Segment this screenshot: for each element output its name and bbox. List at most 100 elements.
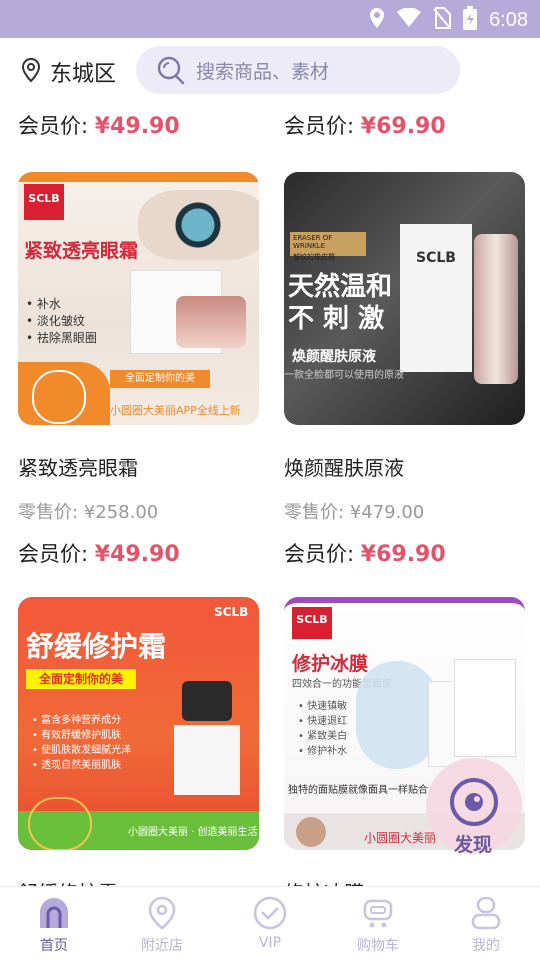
banner-bullet: • 有效舒缓修护肌肤 xyxy=(32,730,122,741)
circle-logo-icon xyxy=(28,797,92,850)
member-price: 会员价: ¥69.90 xyxy=(284,538,446,568)
member-price-label: 会员价: xyxy=(284,542,355,566)
banner-caption: 独特的面贴膜就像面具一样贴合 xyxy=(288,785,428,796)
banner-bullets: • 快速镇敏 • 快速退红 • 紧致美白 • 修护补水 xyxy=(298,699,347,759)
banner-footer: 小圆圈大美丽APP全线上新 xyxy=(110,404,241,417)
battery-icon xyxy=(463,6,478,34)
banner-tagline: 全面定制你的美 xyxy=(26,669,136,689)
tab-cart[interactable]: 购物车 xyxy=(324,887,432,961)
banner-tagline: 全面定制你的美 xyxy=(110,370,210,388)
product-jar xyxy=(176,296,246,348)
tab-label: 购物车 xyxy=(357,938,399,954)
tab-label: 我的 xyxy=(472,938,500,954)
member-price-label: 会员价: xyxy=(18,542,89,566)
tab-vip[interactable]: VIP xyxy=(216,887,324,961)
member-price-label: 会员价: xyxy=(18,114,89,138)
search-input[interactable]: 搜索商品、素材 xyxy=(136,46,460,94)
banner-headline: 舒缓修护霜 xyxy=(26,630,167,663)
brand-logo: SCLB xyxy=(416,250,456,266)
banner-bullet: • 淡化皱纹 xyxy=(26,314,85,328)
member-price-value: ¥49.90 xyxy=(94,114,180,139)
profile-icon xyxy=(471,896,501,930)
banner-footer: 小圆圈大美丽 · 创造美丽生活 xyxy=(128,827,258,838)
banner-bullet: • 快速镇敏 xyxy=(298,701,348,712)
brand-logo: SCLB xyxy=(292,607,332,639)
discover-label: 发现 xyxy=(454,834,493,856)
brand-logo: SCLB xyxy=(214,605,249,619)
product-name[interactable]: 舒缓修护霜 xyxy=(18,877,118,886)
retail-price: 零售价: ¥479.00 xyxy=(284,498,424,524)
banner-bullet: • 修护补水 xyxy=(298,746,348,757)
retail-price-label: 零售价: xyxy=(284,502,345,523)
retail-price-value: ¥479.00 xyxy=(349,502,425,523)
product-name[interactable]: 修护冰膜 xyxy=(284,877,364,886)
banner-footer: 小圆圈大美丽 xyxy=(364,831,437,845)
product-name[interactable]: 焕颜醒肤原液 xyxy=(284,452,404,481)
member-price-label: 会员价: xyxy=(284,114,355,138)
mask-image xyxy=(356,661,438,769)
retail-price-label: 零售价: xyxy=(18,502,79,523)
product-box: SCLB xyxy=(400,224,472,372)
location-status-icon xyxy=(369,7,385,33)
location-selector[interactable]: 东城区 xyxy=(20,56,116,88)
member-price-row: 会员价: ¥69.90 xyxy=(284,110,446,140)
brand-logo: SCLB xyxy=(24,184,64,220)
circle-logo-icon xyxy=(296,817,326,847)
tab-nearby-store[interactable]: 附近店 xyxy=(108,887,216,961)
no-sim-icon xyxy=(433,7,452,33)
location-pin-icon xyxy=(20,57,42,87)
banner-bullet: • 紧致美白 xyxy=(298,731,348,742)
search-placeholder: 搜索商品、素材 xyxy=(196,60,330,83)
product-jar-lid xyxy=(182,681,232,721)
product-box xyxy=(174,725,240,795)
banner-bullet: • 补水 xyxy=(26,297,61,311)
circle-logo-icon xyxy=(32,370,86,424)
member-price-value: ¥49.90 xyxy=(94,542,180,567)
banner-strip xyxy=(18,172,259,182)
nearby-store-icon xyxy=(148,896,176,930)
retail-price: 零售价: ¥258.00 xyxy=(18,498,158,524)
eye-image xyxy=(138,190,259,260)
product-bottle xyxy=(474,234,518,384)
banner-bullet: • 使肌肤散发细腻光泽 xyxy=(32,745,132,756)
header: 东城区 搜索商品、素材 xyxy=(0,38,540,102)
product-name[interactable]: 紧致透亮眼霜 xyxy=(18,452,138,481)
banner-bullets: • 补水 • 淡化皱纹 • 祛除黑眼圈 xyxy=(26,296,97,347)
eye-icon xyxy=(448,776,500,832)
banner-bullet: • 快速退红 xyxy=(298,716,348,727)
search-icon xyxy=(156,55,186,85)
eraser-label-cn: 皱纹的橡皮擦 xyxy=(293,253,335,261)
product-image[interactable]: SCLB 紧致透亮眼霜 • 补水 • 淡化皱纹 • 祛除黑眼圈 全面定制你的美 … xyxy=(18,172,259,425)
tab-profile[interactable]: 我的 xyxy=(432,887,540,961)
bottom-tab-bar: 首页 附近店 VIP 购物车 我的 xyxy=(0,886,540,961)
tab-home[interactable]: 首页 xyxy=(0,887,108,961)
location-label: 东城区 xyxy=(50,62,117,87)
discover-button[interactable]: 发现 xyxy=(426,758,522,856)
cart-icon xyxy=(363,899,393,928)
product-image[interactable]: ERASER OF WRINKLE 皱纹的橡皮擦 天然温和 不 刺 激 SCLB… xyxy=(284,172,525,425)
banner-headline: 修护冰膜 xyxy=(292,653,369,675)
tab-label: 附近店 xyxy=(141,938,183,954)
eraser-badge: ERASER OF WRINKLE 皱纹的橡皮擦 xyxy=(290,232,366,261)
eraser-label: ERASER OF WRINKLE xyxy=(293,234,333,250)
retail-price-value: ¥258.00 xyxy=(83,502,159,523)
home-icon xyxy=(40,898,68,928)
member-price: 会员价: ¥49.90 xyxy=(18,538,180,568)
banner-headline: 紧致透亮眼霜 xyxy=(24,240,139,262)
vip-icon xyxy=(253,896,287,930)
banner-headline: 不 刺 激 xyxy=(288,304,385,334)
member-price-value: ¥69.90 xyxy=(360,114,446,139)
banner-bullet: • 富含多种营养成分 xyxy=(32,715,122,726)
product-image[interactable]: SCLB 舒缓修护霜 全面定制你的美 • 富含多种营养成分 • 有效舒缓修护肌肤… xyxy=(18,597,259,850)
status-bar: 6:08 xyxy=(0,0,540,38)
product-box-back xyxy=(454,659,516,757)
banner-bullet: • 祛除黑眼圈 xyxy=(26,331,97,345)
tab-label: VIP xyxy=(258,935,282,951)
banner-caption: 一款全脸都可以使用的原液 xyxy=(284,370,404,381)
banner-subtitle: 焕颜醒肤原液 xyxy=(292,349,376,365)
wifi-icon xyxy=(397,7,422,32)
tab-label: 首页 xyxy=(40,938,68,954)
banner-bullets: • 富含多种营养成分 • 有效舒缓修护肌肤 • 使肌肤散发细腻光泽 • 透现自然… xyxy=(32,713,131,773)
banner-bullet: • 透现自然美丽肌肤 xyxy=(32,760,122,771)
member-price-value: ¥69.90 xyxy=(360,542,446,567)
